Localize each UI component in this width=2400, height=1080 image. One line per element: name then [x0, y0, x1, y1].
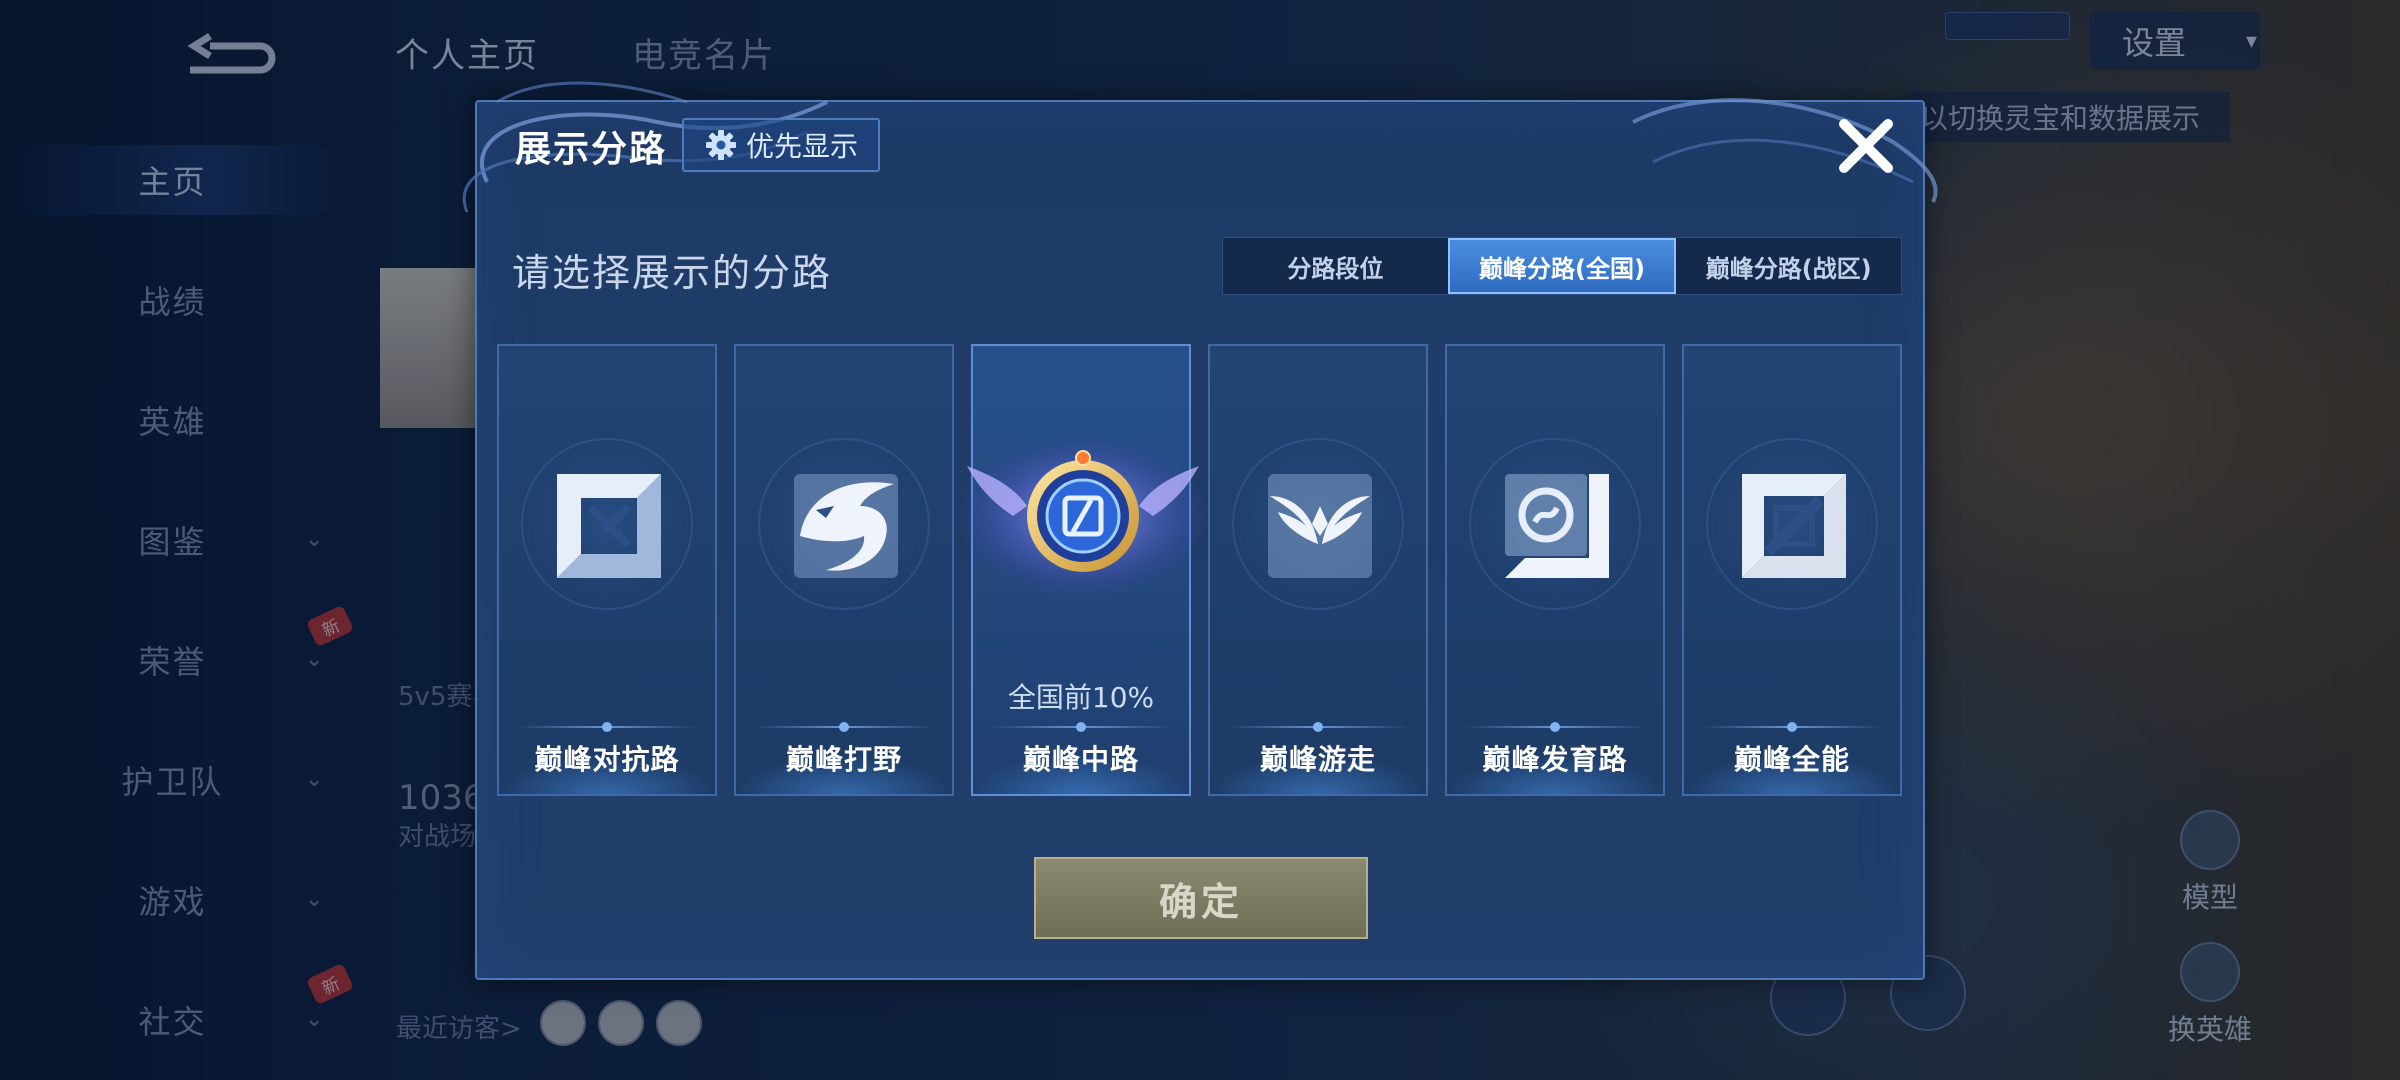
lane-icon-frame	[521, 438, 693, 610]
lane-source-tabs: 分路段位 巅峰分路(全国) 巅峰分路(战区)	[1222, 237, 1902, 295]
lane-card-jungle[interactable]: 巅峰打野	[734, 344, 954, 796]
lane-display-dialog: 展示分路 优先显示 请选择展示的分路 分路段位 巅峰分路(全国) 巅峰分路(战区…	[462, 81, 1938, 980]
tab-lane-rank[interactable]: 分路段位	[1223, 238, 1448, 294]
lane-card-name: 巅峰游走	[1259, 743, 1376, 776]
card-divider-dot	[1313, 722, 1323, 732]
lane-card-name: 巅峰对抗路	[534, 743, 680, 776]
card-divider-dot	[602, 722, 612, 732]
lane-card-clash[interactable]: 巅峰对抗路	[497, 344, 717, 796]
tab-peak-lane-national[interactable]: 巅峰分路(全国)	[1447, 238, 1677, 294]
lane-card-farm[interactable]: 巅峰发育路	[1445, 344, 1665, 796]
lane-icon-frame	[1469, 438, 1641, 610]
lane-card-name: 巅峰中路	[1022, 743, 1139, 776]
gear-icon	[705, 130, 736, 160]
card-divider-dot	[1787, 722, 1797, 732]
lane-card-roam[interactable]: 巅峰游走	[1208, 344, 1428, 796]
lane-card-name: 巅峰打野	[785, 743, 902, 776]
clash-lane-icon	[557, 474, 661, 578]
farm-lane-icon	[1505, 474, 1609, 578]
lane-icon-frame	[758, 438, 930, 610]
close-icon[interactable]	[1832, 112, 1900, 180]
decorative-swirl	[1632, 98, 1938, 203]
all-round-icon	[1742, 474, 1846, 578]
lane-card-name: 巅峰发育路	[1482, 743, 1628, 776]
card-divider-dot	[839, 722, 849, 732]
tab-peak-lane-region[interactable]: 巅峰分路(战区)	[1676, 238, 1901, 294]
lane-cards: 巅峰对抗路 巅峰打野 全国前10% 巅峰中路 巅峰游走 巅峰发育路 巅峰全能	[497, 344, 1907, 796]
jungle-dragon-icon	[794, 474, 898, 578]
lane-icon-frame	[1706, 438, 1878, 610]
mid-lane-emblem-icon	[958, 436, 1208, 596]
dialog-subtitle: 请选择展示的分路	[512, 251, 833, 295]
priority-display-button[interactable]: 优先显示	[682, 118, 880, 172]
lane-card-allround[interactable]: 巅峰全能	[1682, 344, 1902, 796]
priority-display-label: 优先显示	[745, 130, 858, 163]
lane-card-mid[interactable]: 全国前10% 巅峰中路	[958, 344, 1208, 796]
card-divider-dot	[1550, 722, 1560, 732]
card-divider-dot	[1076, 722, 1086, 732]
lane-card-name: 巅峰全能	[1733, 743, 1850, 776]
lane-icon-frame	[1232, 438, 1404, 610]
roam-wings-icon	[1268, 474, 1372, 578]
confirm-button[interactable]: 确定	[1034, 857, 1368, 939]
game-screen: 主页 战绩 英雄 图鉴 ⌄ 荣誉 ⌄ 新 护卫队 ⌄ 游戏 ⌄ 社交 ⌄ 新 个…	[0, 0, 2400, 1080]
dialog-title: 展示分路	[515, 129, 668, 170]
